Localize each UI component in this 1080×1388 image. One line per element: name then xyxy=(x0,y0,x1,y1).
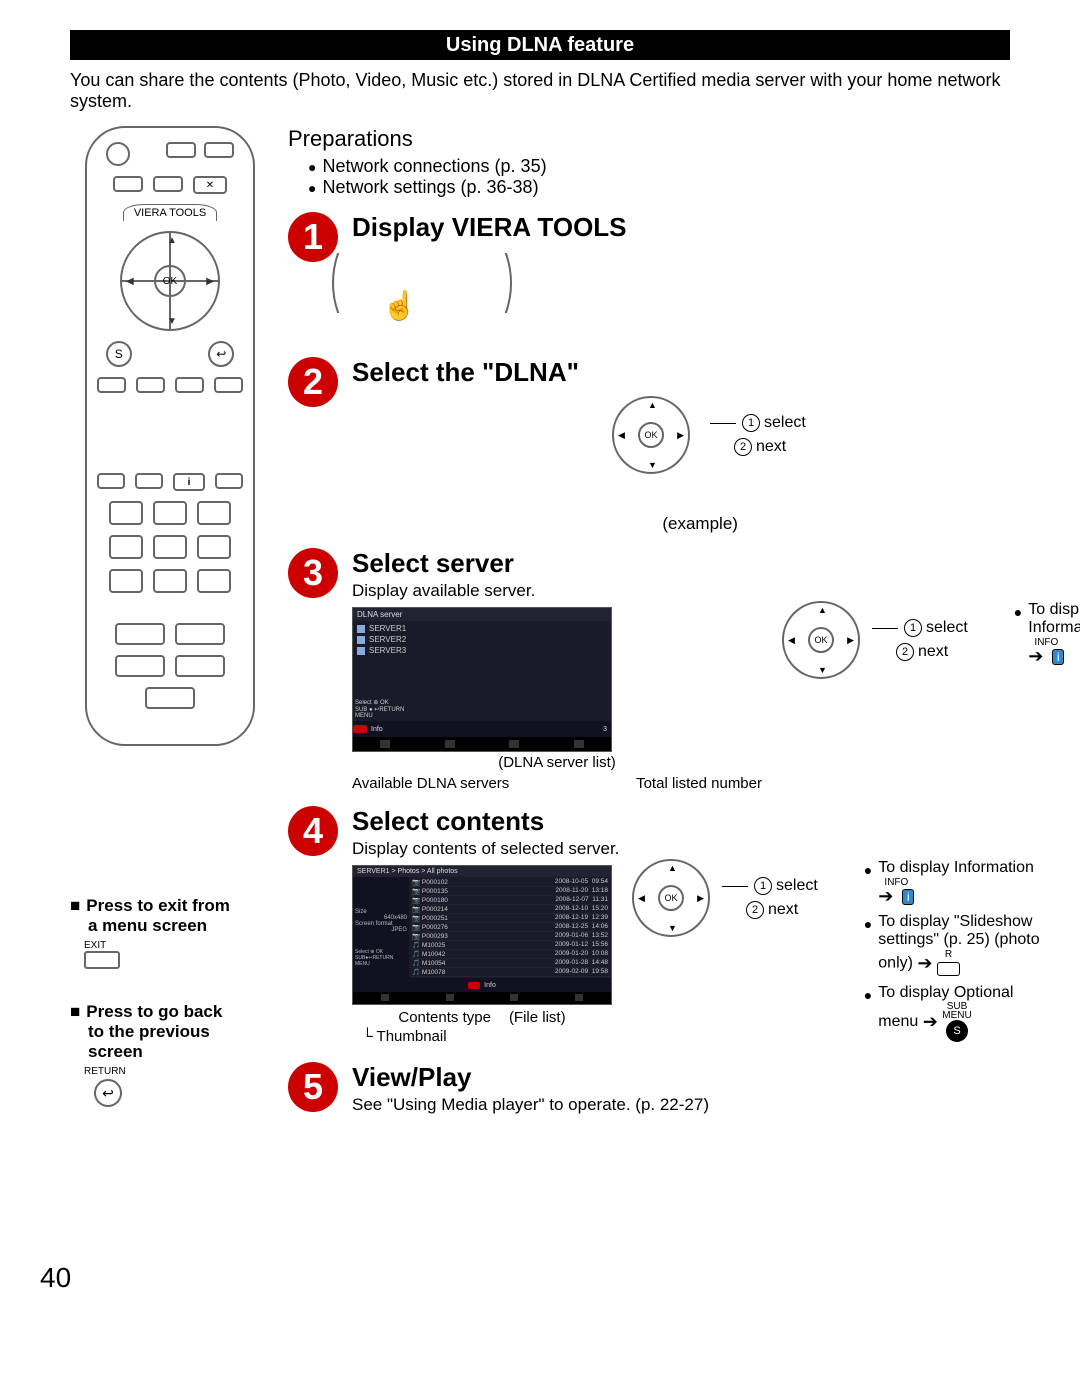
file-row: 🎵 M100252009-01-12 15:56 xyxy=(410,941,610,950)
step3-title: Select server xyxy=(352,548,1080,579)
section-title: Using DLNA feature xyxy=(70,30,1010,60)
up-arrow-icon: ▲ xyxy=(167,235,177,246)
step3-sub: Display available server. xyxy=(352,581,1080,601)
remote-small-button[interactable] xyxy=(113,176,143,192)
ok-button[interactable]: OK xyxy=(154,265,186,297)
down-arrow-icon: ▼ xyxy=(167,316,177,327)
optional-menu-tip: ● To display Optional menu ➔ SUBMENU xyxy=(864,984,1080,1042)
remote-small-button[interactable] xyxy=(204,142,234,158)
file-row: 📷 P0001352008-11-20 13:18 xyxy=(410,887,610,896)
file-row: 🎵 M100422009-01-20 10:08 xyxy=(410,950,610,959)
remote-wide-button[interactable] xyxy=(145,687,195,709)
server-icon xyxy=(357,625,365,633)
remote-wide-button[interactable] xyxy=(115,623,165,645)
color-button[interactable] xyxy=(136,377,165,393)
prep-item: Network settings (p. 36-38) xyxy=(308,177,1080,198)
dpad-illustration: OK ▲ ▼ ◀ ▶ xyxy=(782,601,860,679)
remote-control: ✕ VIERA TOOLS OK ▲ ▼ ◀ ▶ S ↩ xyxy=(85,126,255,746)
ok-button[interactable]: OK xyxy=(638,422,664,448)
breadcrumb: SERVER1 > Photos > All photos xyxy=(353,866,611,877)
info-key-icon[interactable]: i xyxy=(902,889,915,905)
color-button[interactable] xyxy=(97,377,126,393)
power-button[interactable] xyxy=(106,142,130,166)
return-key-icon[interactable]: ↩ xyxy=(94,1079,122,1107)
file-row: 🎵 M100782009-02-09 19:58 xyxy=(410,968,610,977)
step4-sub: Display contents of selected server. xyxy=(352,839,1080,859)
step-number-3: 3 xyxy=(288,548,338,598)
file-row: 📷 P0001802008-12-07 11:31 xyxy=(410,896,610,905)
number-pad[interactable] xyxy=(109,501,231,593)
viera-tools-label: VIERA TOOLS xyxy=(123,204,217,221)
close-button[interactable]: ✕ xyxy=(193,176,227,194)
left-arrow-icon: ◀ xyxy=(126,276,134,287)
file-row: 🎵 M100542009-01-28 14:48 xyxy=(410,959,610,968)
server-list-caption: (DLNA server list) xyxy=(352,754,762,771)
server-icon xyxy=(357,636,365,644)
file-row: 📷 P0002932009-01-06 13:52 xyxy=(410,932,610,941)
remote-wide-button[interactable] xyxy=(175,623,225,645)
example-label: (example) xyxy=(292,514,1080,534)
remote-small-button[interactable] xyxy=(166,142,196,158)
file-row: 📷 P0002512008-12-19 12:39 xyxy=(410,914,610,923)
thumbnail-label: └ Thumbnail xyxy=(362,1028,612,1045)
page-number: 40 xyxy=(40,1262,71,1294)
return-button[interactable]: ↩ xyxy=(208,341,234,367)
right-arrow-icon: ▶ xyxy=(206,276,214,287)
color-button[interactable] xyxy=(214,377,243,393)
exit-instruction: Press to exit from a menu screen EXIT xyxy=(70,896,270,972)
info-button[interactable]: i xyxy=(173,473,205,491)
info-tip: ● To display Information INFO ➔ i xyxy=(864,859,1080,907)
server-icon xyxy=(357,647,365,655)
file-list-label: (File list) xyxy=(509,1009,566,1026)
remote-small-button[interactable] xyxy=(135,473,163,489)
dpad-illustration: OK ▲ ▼ ◀ ▶ xyxy=(632,859,710,937)
intro-text: You can share the contents (Photo, Video… xyxy=(70,70,1010,112)
file-row: 📷 P0002762008-12-25 14:06 xyxy=(410,923,610,932)
info-tip: ● To display Information INFO ➔ i xyxy=(1014,601,1080,667)
ok-button[interactable]: OK xyxy=(808,627,834,653)
color-button[interactable] xyxy=(175,377,204,393)
contents-type-label: Contents type xyxy=(398,1009,491,1026)
preparations-heading: Preparations xyxy=(288,126,1080,152)
ok-button[interactable]: OK xyxy=(658,885,684,911)
return-key-label: RETURN xyxy=(84,1066,270,1077)
step5-title: View/Play xyxy=(352,1062,1080,1093)
step-number-4: 4 xyxy=(288,806,338,856)
s-button[interactable]: S xyxy=(106,341,132,367)
return-instruction: Press to go back to the previous screen … xyxy=(70,1002,270,1107)
contents-list-screen: SERVER1 > Photos > All photos Size 640x4… xyxy=(352,865,612,1005)
r-key-icon[interactable] xyxy=(937,962,960,976)
step-number-1: 1 xyxy=(288,212,338,262)
info-key-icon[interactable]: i xyxy=(1052,649,1065,665)
slideshow-tip: ● To display "Slideshow settings" (p. 25… xyxy=(864,913,1080,978)
dpad[interactable]: OK ▲ ▼ ◀ ▶ xyxy=(120,231,220,331)
server-list-under-labels: Available DLNA servers Total listed numb… xyxy=(352,775,762,792)
dpad-illustration: OK ▲ ▼ ◀ ▶ xyxy=(612,396,690,474)
dlna-server-list-screen: DLNA server SERVER1 SERVER2 SERVER3 Sele… xyxy=(352,607,612,752)
file-row: 📷 P0001022008-10-05 09:54 xyxy=(410,878,610,887)
remote-small-button[interactable] xyxy=(215,473,243,489)
screen-header: DLNA server xyxy=(353,608,611,621)
exit-key-icon[interactable] xyxy=(84,951,120,969)
step5-sub: See "Using Media player" to operate. (p.… xyxy=(352,1095,1080,1115)
remote-wide-button[interactable] xyxy=(175,655,225,677)
remote-small-button[interactable] xyxy=(153,176,183,192)
file-row: 📷 P0002142008-12-10 15:20 xyxy=(410,905,610,914)
step4-title: Select contents xyxy=(352,806,1080,837)
exit-key-label: EXIT xyxy=(84,940,270,951)
remote-small-button[interactable] xyxy=(97,473,125,489)
hand-pointer-icon: ☝ xyxy=(382,289,417,322)
prep-item: Network connections (p. 35) xyxy=(308,156,1080,177)
viera-tools-button-illustration: ☝ xyxy=(352,253,482,343)
step-number-5: 5 xyxy=(288,1062,338,1112)
step-number-2: 2 xyxy=(288,357,338,407)
remote-wide-button[interactable] xyxy=(115,655,165,677)
step1-title: Display VIERA TOOLS xyxy=(352,212,1080,243)
submenu-key-icon[interactable]: S xyxy=(946,1020,968,1042)
dpad-labels: 1select 2next xyxy=(708,414,806,456)
step2-title: Select the "DLNA" xyxy=(352,357,1080,388)
